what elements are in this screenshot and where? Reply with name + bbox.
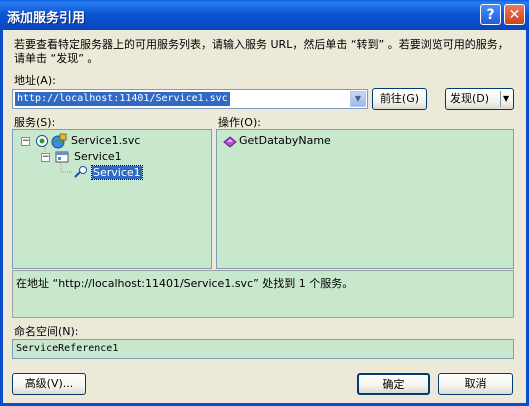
advanced-button[interactable]: 高级(V)... xyxy=(12,373,86,395)
operations-list[interactable]: GetDatabyName xyxy=(216,129,514,269)
discover-dropdown-arrow-icon[interactable]: ▼ xyxy=(503,89,509,109)
endpoint-contract-icon xyxy=(74,166,87,178)
tree-leaf-label[interactable]: Service1 xyxy=(91,165,143,180)
collapse-service-icon[interactable]: − xyxy=(41,153,50,162)
window-title: 添加服务引用 xyxy=(7,11,86,26)
address-combobox[interactable]: http://localhost:11401/Service1.svc ▼ xyxy=(12,89,368,109)
service-class-icon xyxy=(55,151,69,163)
operations-label: 操作(O): xyxy=(218,116,261,129)
operation-item[interactable]: GetDatabyName xyxy=(239,134,331,147)
tree-service-label[interactable]: Service1 xyxy=(74,150,122,163)
services-tree[interactable]: − Service1.svc − Service1 Service1 xyxy=(12,129,212,269)
namespace-label: 命名空间(N): xyxy=(14,325,79,338)
discover-separator xyxy=(500,91,501,107)
ok-button[interactable]: 确定 xyxy=(357,373,430,395)
service-globe-icon xyxy=(51,133,67,149)
window-frame-left xyxy=(0,30,3,406)
namespace-input[interactable]: ServiceReference1 xyxy=(12,339,514,359)
collapse-root-icon[interactable]: − xyxy=(21,137,30,146)
address-dropdown-button[interactable]: ▼ xyxy=(350,91,366,107)
method-icon xyxy=(223,136,237,148)
services-label: 服务(S): xyxy=(14,116,56,129)
namespace-value[interactable]: ServiceReference1 xyxy=(16,343,118,354)
discover-button[interactable]: 发现(D) ▼ xyxy=(445,88,514,110)
status-area: 在地址 “http://localhost:11401/Service1.svc… xyxy=(12,270,514,318)
address-value[interactable]: http://localhost:11401/Service1.svc xyxy=(15,92,230,106)
intro-text: 若要查看特定服务器上的可用服务列表，请输入服务 URL，然后单击 “转到” 。若… xyxy=(14,38,509,65)
cancel-button[interactable]: 取消 xyxy=(438,373,513,395)
status-text: 在地址 “http://localhost:11401/Service1.svc… xyxy=(16,277,354,290)
close-button[interactable]: ✕ xyxy=(504,4,525,25)
title-bar: 添加服务引用 ? ✕ xyxy=(0,0,529,30)
help-button[interactable]: ? xyxy=(480,4,501,25)
address-label: 地址(A): xyxy=(14,74,56,87)
tree-root-label[interactable]: Service1.svc xyxy=(71,134,140,147)
go-button[interactable]: 前往(G) xyxy=(372,88,427,110)
radio-selected-icon xyxy=(36,135,48,147)
discover-button-label[interactable]: 发现(D) xyxy=(450,92,489,105)
